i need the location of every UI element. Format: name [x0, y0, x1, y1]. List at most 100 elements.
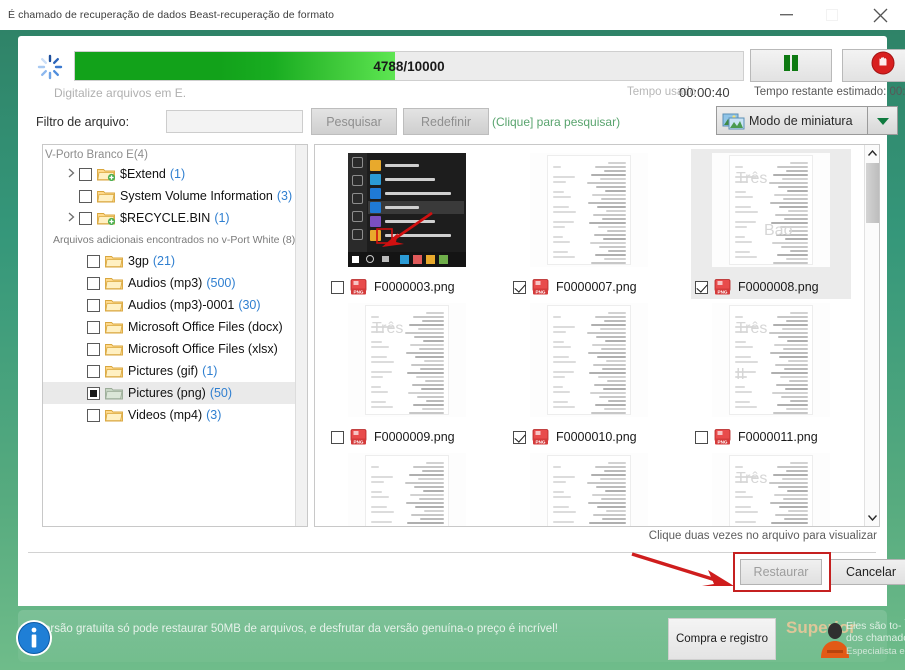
tree-item-recycle-bin[interactable]: $RECYCLE.BIN(1) [43, 207, 307, 229]
stop-button[interactable] [842, 49, 905, 82]
tree-item-system-volume-information[interactable]: System Volume Information(3) [43, 185, 307, 207]
stop-icon [871, 51, 895, 80]
brand-tagline-line1: Eles são to- [846, 620, 901, 632]
thumbnail-checkbox[interactable] [695, 431, 708, 444]
restore-button-wrap: Restaurar [740, 559, 822, 585]
tree-item-extend[interactable]: $Extend(1) [43, 163, 307, 185]
thumbnail-item[interactable]: PNGF0000003.png [327, 149, 487, 299]
tree-item-checkbox[interactable] [87, 387, 100, 400]
thumbnail-preview-image[interactable] [530, 303, 648, 417]
tree-item-label: Audios (mp3)-0001 [128, 298, 234, 312]
thumbnail-checkbox[interactable] [695, 281, 708, 294]
tree-item-count: (30) [238, 298, 260, 312]
tree-item-pictures-gif[interactable]: Pictures (gif)(1) [43, 360, 307, 382]
brand-tagline-line2: dos chamados [846, 632, 905, 644]
tree-item-checkbox[interactable] [79, 168, 92, 181]
thumbnail-item[interactable] [327, 449, 487, 527]
folder-icon [105, 364, 123, 378]
png-file-icon: PNG [532, 429, 549, 445]
tree-scrollbar[interactable] [295, 145, 307, 526]
tree-item-checkbox[interactable] [87, 255, 100, 268]
window-title: É chamado de recuperação de dados Beast-… [0, 9, 334, 21]
purchase-button[interactable]: Compra e registro [668, 618, 776, 660]
chevron-right-icon[interactable] [63, 212, 79, 225]
tree-extra-items: 3gp(21)Audios (mp3)(500)Audios (mp3)-000… [43, 250, 307, 426]
tree-item-checkbox[interactable] [87, 321, 100, 334]
folder-icon [105, 298, 123, 312]
tree-top-items: $Extend(1)System Volume Information(3)$R… [43, 163, 307, 229]
annotation-arrow-icon [630, 548, 750, 596]
scrollbar-thumb[interactable] [866, 163, 879, 223]
view-mode-dropdown[interactable]: Modo de miniatura [716, 106, 898, 135]
thumbnail-filename: F0000003.png [374, 280, 455, 294]
reset-button[interactable]: Redefinir [403, 108, 489, 135]
tree-item-microsoft-office-files-xlsx[interactable]: Microsoft Office Files (xlsx) [43, 338, 307, 360]
filter-input[interactable] [166, 110, 303, 133]
thumbnail-preview-image[interactable]: Três [348, 303, 466, 417]
folder-plus-icon [97, 211, 115, 225]
png-file-icon: PNG [714, 279, 731, 295]
tree-item-label: Audios (mp3) [128, 276, 202, 290]
search-button[interactable]: Pesquisar [311, 108, 397, 135]
minimize-button[interactable] [763, 0, 809, 30]
svg-text:PNG: PNG [718, 289, 728, 294]
tree-item-count: (3) [206, 408, 221, 422]
thumbnail-preview-image[interactable] [348, 153, 466, 267]
thumbnail-checkbox[interactable] [513, 431, 526, 444]
tree-item-checkbox[interactable] [87, 365, 100, 378]
png-file-icon: PNG [350, 429, 367, 445]
tree-item-audios-mp3-0001[interactable]: Audios (mp3)-0001 (30) [43, 294, 307, 316]
filter-label: Filtro de arquivo: [36, 115, 129, 129]
thumbnail-caption: PNGF0000011.png [695, 429, 818, 445]
thumbnail-item[interactable]: TrêsII PNGF0000011.png [691, 299, 851, 449]
tree-item-count: (21) [153, 254, 175, 268]
tree-item-videos-mp4[interactable]: Videos (mp4) (3) [43, 404, 307, 426]
cancel-button[interactable]: Cancelar [830, 559, 905, 585]
tree-item-audios-mp3[interactable]: Audios (mp3)(500) [43, 272, 307, 294]
thumbnail-checkbox[interactable] [331, 281, 344, 294]
chevron-up-icon[interactable] [865, 145, 880, 161]
thumbnail-item[interactable]: PNGF0000010.png [509, 299, 669, 449]
tree-item-checkbox[interactable] [87, 299, 100, 312]
thumbnail-scrollbar[interactable] [864, 145, 879, 526]
tree-item-checkbox[interactable] [87, 277, 100, 290]
chevron-down-icon[interactable] [867, 107, 897, 134]
pause-button[interactable] [750, 49, 832, 82]
thumbnail-item[interactable]: TrêsBaoPNGF0000008.png [691, 149, 851, 299]
tree-item-count: (1) [214, 211, 229, 225]
chevron-down-icon[interactable] [865, 510, 880, 526]
title-bar: É chamado de recuperação de dados Beast-… [0, 0, 905, 30]
thumbnail-preview-image[interactable]: TrêsII [712, 303, 830, 417]
tree-item-checkbox[interactable] [79, 190, 92, 203]
tree-item-microsoft-office-files-docx[interactable]: Microsoft Office Files (docx) [43, 316, 307, 338]
tree-item-label: Videos (mp4) [128, 408, 202, 422]
maximize-button[interactable] [809, 0, 855, 30]
thumbnail-preview-image[interactable] [530, 453, 648, 527]
chevron-right-icon[interactable] [63, 168, 79, 181]
folder-tree-panel[interactable]: V-Porto Branco E(4) $Extend(1)System Vol… [42, 144, 308, 527]
close-button[interactable] [855, 0, 905, 30]
thumbnail-panel[interactable]: PNGF0000003.pngPNGF0000007.pngTrêsBaoPNG… [314, 144, 880, 527]
thumbnail-item[interactable]: Três [691, 449, 851, 527]
progress-row: 4788/10000 [36, 48, 881, 86]
filter-row: Filtro de arquivo: Pesquisar Redefinir (… [36, 110, 881, 138]
thumbnail-checkbox[interactable] [331, 431, 344, 444]
time-remaining-text: Tempo restante estimado: 00:00:40 [754, 86, 905, 98]
thumbnail-preview-image[interactable] [348, 453, 466, 527]
thumbnail-item[interactable]: TrêsPNGF0000009.png [327, 299, 487, 449]
thumbnail-preview-image[interactable] [530, 153, 648, 267]
restore-button[interactable]: Restaurar [740, 559, 822, 585]
thumbnail-preview-image[interactable]: TrêsBao [712, 153, 830, 267]
time-used-value: 00:00:40 [679, 85, 730, 100]
thumbnail-item[interactable] [509, 449, 669, 527]
tree-item-checkbox[interactable] [87, 409, 100, 422]
tree-item-pictures-png[interactable]: Pictures (png)(50) [43, 382, 307, 404]
folder-icon [105, 320, 123, 334]
tree-item-checkbox[interactable] [87, 343, 100, 356]
tree-item-3gp[interactable]: 3gp(21) [43, 250, 307, 272]
thumbnail-item[interactable]: PNGF0000007.png [509, 149, 669, 299]
tree-item-checkbox[interactable] [79, 212, 92, 225]
brand-block: Superior Eles são to- dos chamados Espec… [786, 616, 905, 662]
thumbnail-checkbox[interactable] [513, 281, 526, 294]
thumbnail-preview-image[interactable]: Três [712, 453, 830, 527]
